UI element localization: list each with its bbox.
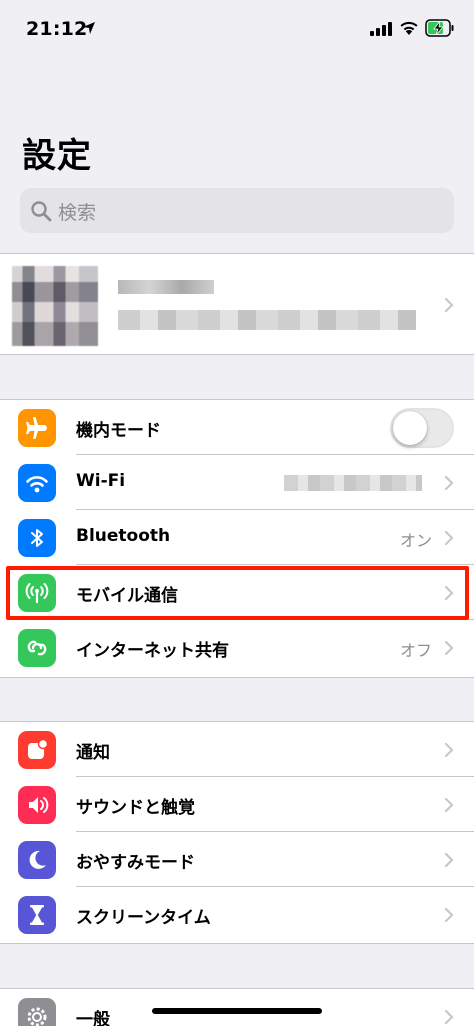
toggle-knob <box>393 411 427 445</box>
chevron-right-icon <box>444 742 454 758</box>
settings-row-airplane-mode[interactable]: 機内モード <box>0 400 474 455</box>
airplane-icon <box>18 409 56 447</box>
battery-charging-icon <box>425 19 454 37</box>
status-bar: 21:12 <box>0 0 474 60</box>
row-label: Bluetooth <box>76 526 171 546</box>
chevron-right-icon <box>444 907 454 923</box>
moon-icon <box>18 841 56 879</box>
profile-subtitle-redacted <box>118 310 416 330</box>
cellular-signal-icon <box>370 22 392 36</box>
notifications-icon <box>18 731 56 769</box>
wifi-icon <box>400 21 418 35</box>
settings-row-notifications[interactable]: 通知 <box>0 722 474 777</box>
row-label: 機内モード <box>76 421 161 441</box>
search-input[interactable]: 検索 <box>58 198 96 225</box>
page-title: 設定 <box>22 136 92 176</box>
search-bar[interactable]: 検索 <box>20 188 454 233</box>
hourglass-icon <box>18 896 56 934</box>
settings-group-general: 一般 <box>0 988 474 1026</box>
settings-row-wifi[interactable]: Wi-Fi <box>0 455 474 510</box>
chevron-right-icon <box>444 1009 454 1025</box>
status-time: 21:12 <box>26 18 88 40</box>
settings-group-notifications: 通知 サウンドと触覚 おやすみモード スクリーンタイム <box>0 721 474 944</box>
cellular-highlight-box <box>6 566 469 620</box>
chevron-right-icon <box>444 640 454 656</box>
row-label: 通知 <box>76 743 110 763</box>
location-arrow-icon <box>83 22 95 34</box>
bluetooth-icon <box>18 519 56 557</box>
wifi-network-name-redacted <box>284 475 422 491</box>
wifi-icon <box>18 464 56 502</box>
settings-row-personal-hotspot[interactable]: インターネット共有 オフ <box>0 620 474 675</box>
search-icon <box>31 201 52 222</box>
gear-icon <box>18 998 56 1026</box>
chevron-right-icon <box>444 852 454 868</box>
row-label: 一般 <box>76 1010 110 1026</box>
apple-id-profile[interactable] <box>0 253 474 355</box>
speaker-icon <box>18 786 56 824</box>
chevron-right-icon <box>444 475 454 491</box>
row-label: Wi-Fi <box>76 471 126 491</box>
home-indicator[interactable] <box>152 1008 322 1014</box>
avatar <box>12 266 98 346</box>
chevron-right-icon <box>444 797 454 813</box>
airplane-mode-toggle[interactable] <box>390 408 454 448</box>
settings-group-network: 機内モード Wi-Fi Bluetooth オン モバイル通信 インターネット共… <box>0 399 474 678</box>
chevron-right-icon <box>444 297 454 313</box>
hotspot-link-icon <box>18 629 56 667</box>
chevron-right-icon <box>444 530 454 546</box>
settings-row-sounds-haptics[interactable]: サウンドと触覚 <box>0 777 474 832</box>
hotspot-status: オフ <box>399 641 432 660</box>
profile-name-redacted <box>118 280 214 294</box>
row-label: サウンドと触覚 <box>76 798 195 818</box>
bluetooth-status: オン <box>399 531 432 550</box>
settings-row-bluetooth[interactable]: Bluetooth オン <box>0 510 474 565</box>
settings-row-do-not-disturb[interactable]: おやすみモード <box>0 832 474 887</box>
row-label: スクリーンタイム <box>76 908 211 928</box>
settings-row-screen-time[interactable]: スクリーンタイム <box>0 887 474 942</box>
row-label: おやすみモード <box>76 853 195 873</box>
row-label: インターネット共有 <box>76 641 229 661</box>
